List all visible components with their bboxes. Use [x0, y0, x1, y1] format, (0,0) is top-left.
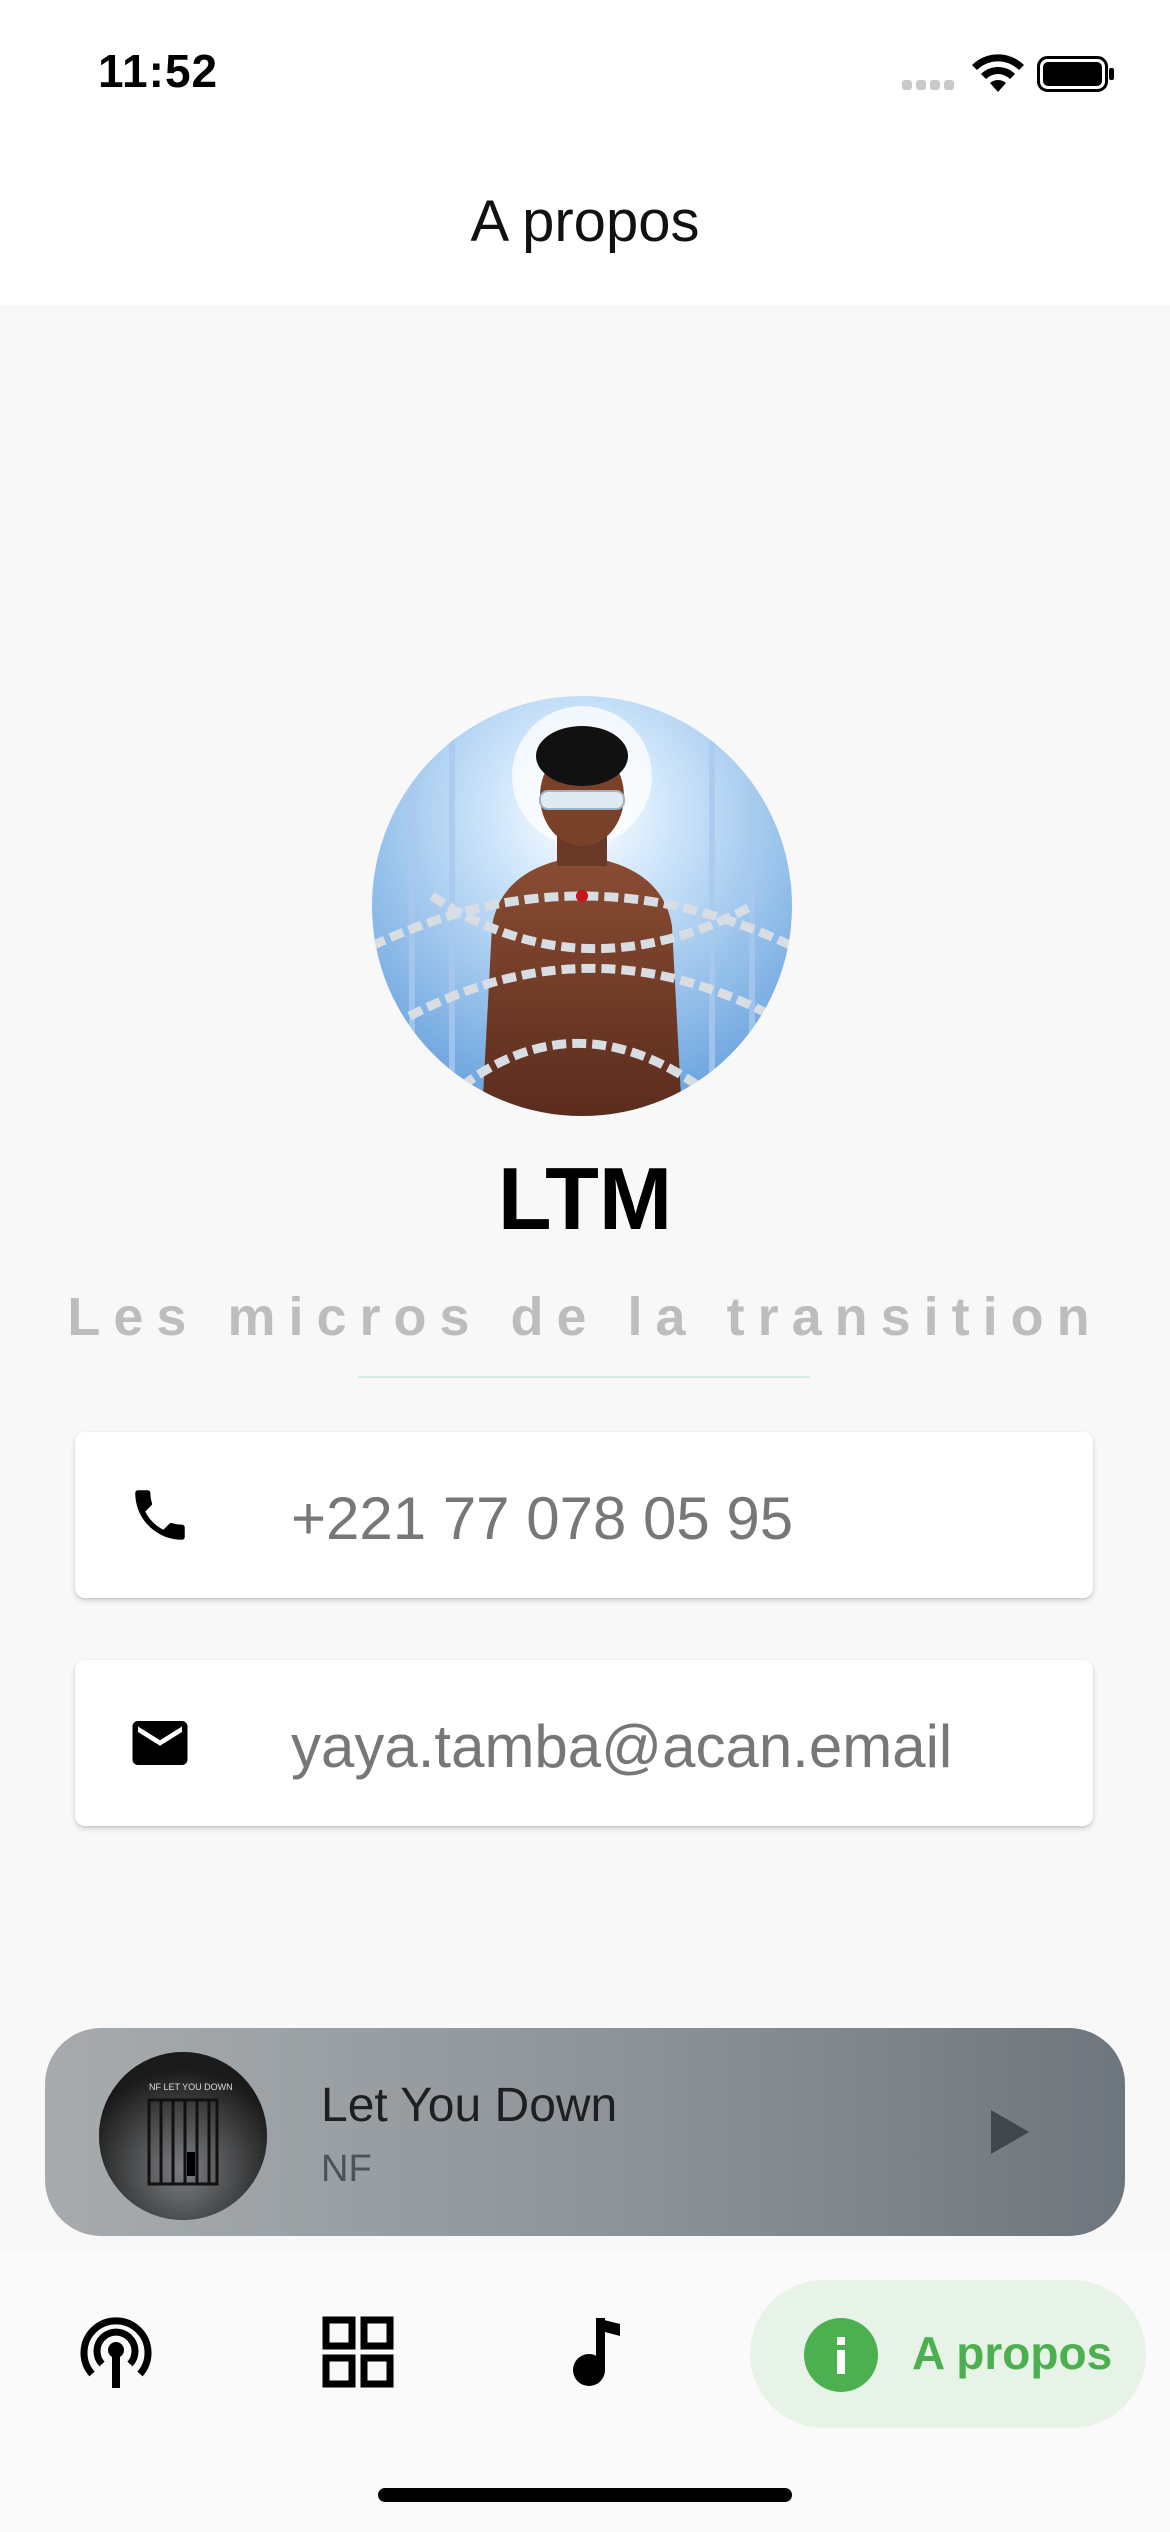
- about-screen: 11:52 A propos LTM Les micros de la tran…: [0, 0, 1170, 2532]
- mini-player[interactable]: NF LET YOU DOWN Let You Down NF: [45, 2028, 1125, 2236]
- info-icon: [804, 2318, 878, 2392]
- email-icon: [132, 1721, 188, 1765]
- track-artist: NF: [321, 2148, 372, 2190]
- music-note-icon[interactable]: [558, 2312, 638, 2392]
- phone-card[interactable]: +221 77 078 05 95: [75, 1432, 1093, 1598]
- email-card[interactable]: yaya.tamba@acan.email: [75, 1660, 1093, 1826]
- album-cover-text: NF LET YOU DOWN: [149, 2082, 233, 2092]
- page-title: A propos: [470, 189, 700, 254]
- wifi-icon: [972, 54, 1024, 92]
- app-bar: A propos: [0, 150, 1170, 305]
- track-title: Let You Down: [321, 2079, 618, 2132]
- phone-icon: [135, 1490, 185, 1540]
- status-time: 11:52: [98, 45, 219, 97]
- podcast-icon[interactable]: [76, 2312, 156, 2392]
- home-indicator[interactable]: [378, 2488, 792, 2502]
- nav-item-about[interactable]: A propos: [750, 2280, 1146, 2428]
- profile-avatar: [372, 696, 792, 1116]
- profile-tagline: Les micros de la transition: [67, 1287, 1103, 1347]
- cellular-signal-icon: [902, 80, 956, 92]
- phone-number: +221 77 078 05 95: [291, 1485, 794, 1552]
- nav-item-about-label: A propos: [912, 2327, 1113, 2379]
- profile-name: LTM: [497, 1149, 673, 1248]
- grid-icon[interactable]: [318, 2312, 398, 2392]
- battery-icon: [1037, 56, 1114, 92]
- album-cover: NF LET YOU DOWN: [99, 2052, 267, 2220]
- play-button[interactable]: [985, 2106, 1035, 2158]
- status-bar: 11:52: [0, 0, 1170, 150]
- email-address: yaya.tamba@acan.email: [291, 1713, 953, 1780]
- divider: [358, 1376, 810, 1378]
